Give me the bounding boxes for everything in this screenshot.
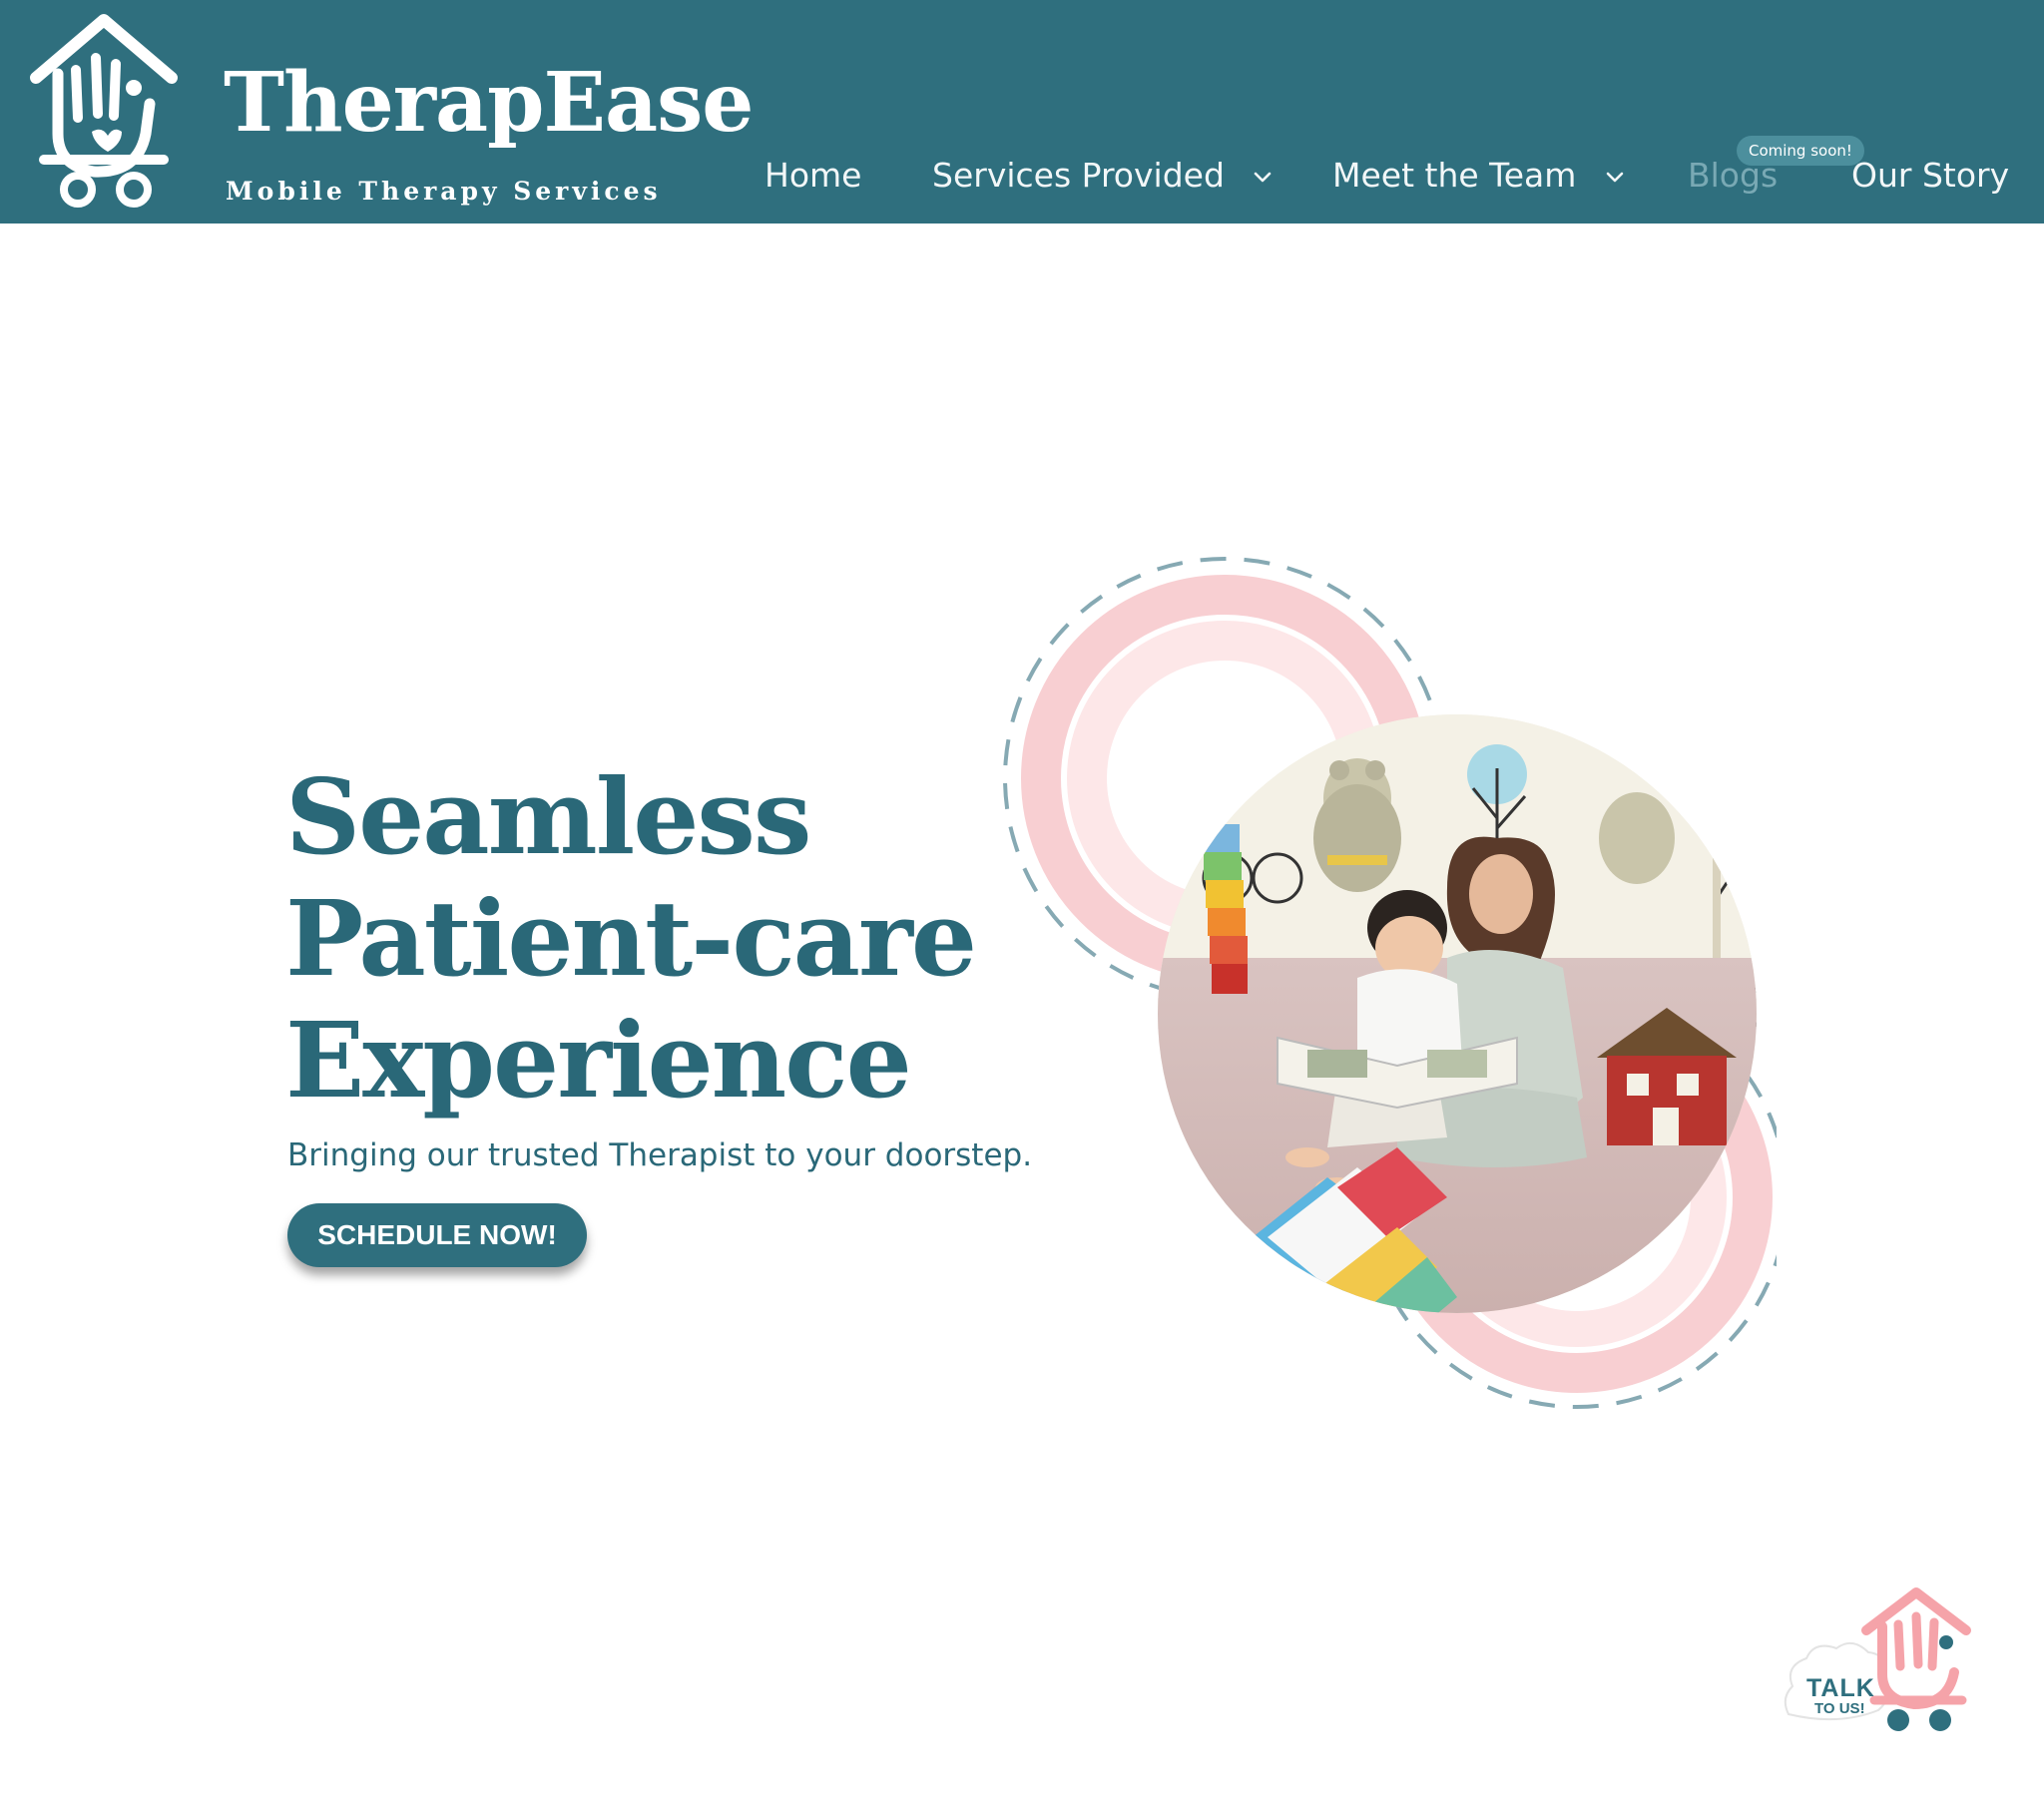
chevron-down-icon <box>1255 172 1272 182</box>
nav-story-label: Our Story <box>1851 156 2010 195</box>
hero-title-line: Patient-care <box>285 877 977 1000</box>
hero-illustration <box>1003 557 1777 1409</box>
hero-title-line: Experience <box>285 999 912 1122</box>
nav-services-label: Services Provided <box>932 156 1225 195</box>
site-header: TherapEase Mobile Therapy Services Home … <box>0 0 2044 224</box>
coming-soon-badge: Coming soon! <box>1737 136 1864 166</box>
nav-home-label: Home <box>765 156 862 195</box>
talk-to-us-widget[interactable]: TALK TO US! <box>1779 1586 1998 1736</box>
nav-our-story[interactable]: Our Story <box>1851 152 2009 200</box>
nav-services-dropdown[interactable]: Services Provided <box>932 152 1273 200</box>
chevron-down-icon <box>1606 172 1624 182</box>
talk-label: TALK <box>1806 1674 1875 1702</box>
hero-subtitle: Bringing our trusted Therapist to your d… <box>287 1137 1033 1173</box>
talk-to-us-icon <box>1784 1587 1971 1731</box>
hero-title-line: Seamless <box>285 755 811 878</box>
main-nav: Home Services Provided Meet the Team Blo… <box>0 0 2044 224</box>
schedule-now-button[interactable]: SCHEDULE NOW! <box>287 1203 587 1267</box>
nav-team-dropdown[interactable]: Meet the Team <box>1332 152 1625 200</box>
hero-title: Seamless Patient-care Experience <box>285 755 977 1122</box>
talk-sublabel: TO US! <box>1814 1700 1865 1717</box>
nav-home[interactable]: Home <box>765 152 861 200</box>
nav-team-label: Meet the Team <box>1332 156 1577 195</box>
